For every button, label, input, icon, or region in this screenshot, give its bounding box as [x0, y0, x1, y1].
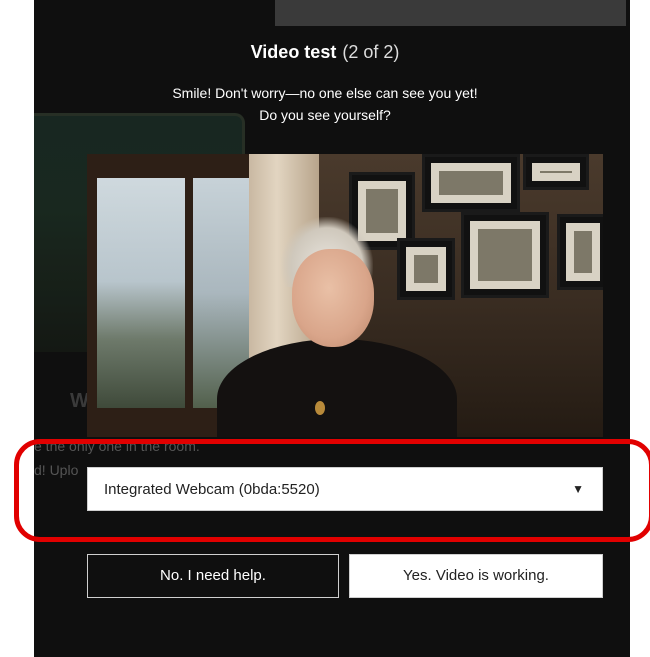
- background-text-line2: d! Uplo: [34, 462, 79, 478]
- dialog-message-line1: Smile! Don't worry—no one else can see y…: [172, 85, 478, 101]
- background-text-line1: e the only one in the room.: [34, 438, 200, 454]
- person-pendant: [315, 401, 325, 415]
- picture-frame: [397, 238, 455, 300]
- picture-frame: [557, 214, 603, 290]
- camera-select-value: Integrated Webcam (0bda:5520): [104, 481, 320, 498]
- camera-select[interactable]: Integrated Webcam (0bda:5520) ▼: [87, 467, 603, 511]
- picture-frame: [461, 212, 549, 298]
- dialog-message-line2: Do you see yourself?: [259, 107, 391, 123]
- dialog-step-indicator: (2 of 2): [342, 42, 400, 62]
- dialog-message: Smile! Don't worry—no one else can see y…: [0, 82, 650, 126]
- top-strip: [275, 0, 626, 26]
- chevron-down-icon: ▼: [572, 482, 584, 496]
- picture-frame: [523, 154, 589, 190]
- picture-frame: [422, 154, 520, 212]
- yes-video-working-button[interactable]: Yes. Video is working.: [349, 554, 603, 598]
- dialog-title-text: Video test: [250, 42, 337, 62]
- dialog-title: Video test (2 of 2): [0, 42, 650, 63]
- video-preview: [87, 154, 603, 437]
- person-face: [292, 249, 374, 347]
- no-need-help-button[interactable]: No. I need help.: [87, 554, 339, 598]
